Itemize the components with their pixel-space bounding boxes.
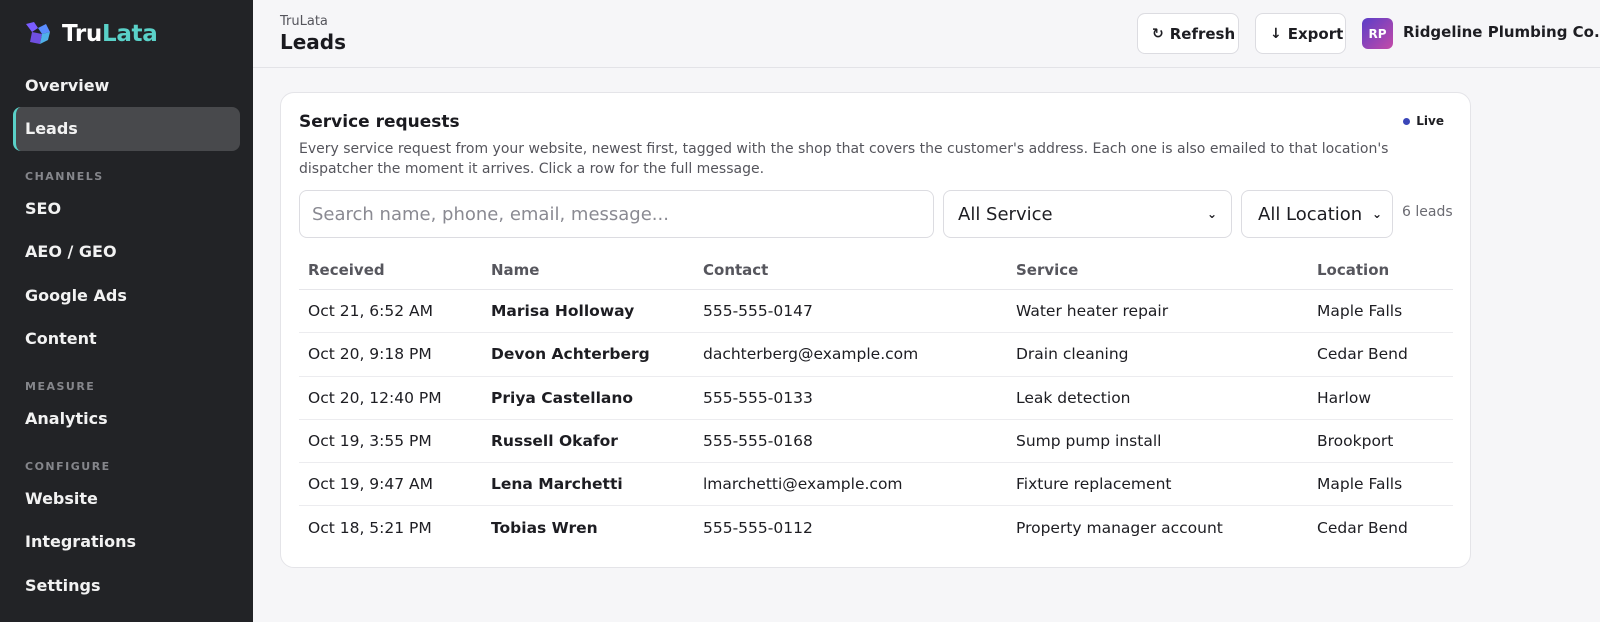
column-header-contact[interactable]: Contact: [694, 261, 1007, 279]
column-header-name[interactable]: Name: [482, 261, 694, 279]
service-requests-card: Service requests Live Every service requ…: [280, 92, 1471, 568]
nav-section-configure: CONFIGURE: [25, 460, 111, 473]
brand[interactable]: TruLata: [24, 20, 158, 48]
cell-service: Sump pump install: [1016, 432, 1162, 451]
service-filter-value: All Service: [958, 203, 1053, 225]
cell-name: Marisa Holloway: [491, 302, 635, 321]
table-row[interactable]: Oct 19, 3:55 PM Russell Okafor 555-555-0…: [299, 420, 1453, 464]
brand-name: TruLata: [62, 21, 158, 47]
cell-location: Brookport: [1317, 432, 1394, 451]
cell-contact: 555-555-0112: [703, 519, 813, 538]
cell-name: Priya Castellano: [491, 388, 634, 407]
page-title: Leads: [280, 30, 347, 54]
download-arrow-icon: ↓: [1270, 25, 1282, 42]
card-title: Service requests: [299, 112, 460, 132]
cell-received: Oct 20, 12:40 PM: [308, 388, 442, 407]
cell-location: Maple Falls: [1317, 475, 1403, 494]
sidebar: TruLata Overview Leads CHANNELS SEO AEO …: [0, 0, 253, 622]
page-header: TruLata Leads ↻ Refresh ↓ Export RP Ridg…: [253, 0, 1600, 68]
leads-table: Received Name Contact Service Location O…: [299, 251, 1453, 550]
table-row[interactable]: Oct 18, 5:21 PM Tobias Wren 555-555-0112…: [299, 506, 1453, 549]
sidebar-item-integrations[interactable]: Integrations: [25, 532, 136, 552]
cell-contact: 555-555-0168: [703, 432, 813, 451]
table-row[interactable]: Oct 21, 6:52 AM Marisa Holloway 555-555-…: [299, 290, 1453, 334]
column-header-service[interactable]: Service: [1007, 261, 1308, 279]
search-input[interactable]: [299, 190, 934, 238]
column-header-location[interactable]: Location: [1308, 261, 1453, 279]
sidebar-item-seo[interactable]: SEO: [25, 199, 61, 219]
export-button-label: Export: [1287, 24, 1344, 43]
table-row[interactable]: Oct 20, 9:18 PM Devon Achterberg dachter…: [299, 333, 1453, 377]
cell-location: Harlow: [1317, 388, 1371, 407]
cell-contact: 555-555-0147: [703, 302, 813, 321]
refresh-button[interactable]: ↻ Refresh: [1137, 13, 1239, 54]
cell-service: Leak detection: [1016, 388, 1131, 407]
sidebar-item-content[interactable]: Content: [25, 329, 97, 349]
card-description: Every service request from your website,…: [299, 141, 1389, 177]
refresh-icon: ↻: [1152, 25, 1164, 42]
table-row[interactable]: Oct 20, 12:40 PM Priya Castellano 555-55…: [299, 377, 1453, 420]
cell-contact: lmarchetti@example.com: [703, 475, 903, 494]
sidebar-item-overview[interactable]: Overview: [25, 76, 109, 96]
sidebar-item-aeo-geo[interactable]: AEO / GEO: [25, 242, 117, 262]
live-dot-icon: [1403, 117, 1411, 125]
cell-service: Property manager account: [1016, 519, 1223, 538]
breadcrumb[interactable]: TruLata: [280, 14, 328, 29]
cell-name: Devon Achterberg: [491, 345, 650, 364]
cell-location: Cedar Bend: [1317, 519, 1408, 538]
cell-service: Fixture replacement: [1016, 475, 1172, 494]
cell-received: Oct 21, 6:52 AM: [308, 302, 434, 321]
cell-name: Lena Marchetti: [491, 475, 623, 494]
location-filter-select[interactable]: All Location ⌄: [1241, 190, 1393, 238]
location-filter-value: All Location: [1258, 203, 1363, 225]
cell-received: Oct 18, 5:21 PM: [308, 519, 432, 538]
live-label: Live: [1416, 114, 1444, 128]
cell-received: Oct 19, 9:47 AM: [308, 475, 434, 494]
cell-location: Maple Falls: [1317, 302, 1403, 321]
column-header-received[interactable]: Received: [299, 261, 482, 279]
cell-location: Cedar Bend: [1317, 345, 1408, 364]
table-header: Received Name Contact Service Location: [299, 251, 1453, 290]
sidebar-item-analytics[interactable]: Analytics: [25, 409, 108, 429]
sidebar-item-website[interactable]: Website: [25, 489, 98, 509]
nav-section-channels: CHANNELS: [25, 170, 104, 183]
cell-received: Oct 19, 3:55 PM: [308, 432, 432, 451]
export-button[interactable]: ↓ Export: [1255, 13, 1346, 54]
chevron-down-icon: ⌄: [1371, 207, 1382, 221]
cell-service: Drain cleaning: [1016, 345, 1129, 364]
sidebar-item-google-ads[interactable]: Google Ads: [25, 286, 127, 306]
service-filter-select[interactable]: All Service ⌄: [943, 190, 1232, 238]
sidebar-item-settings[interactable]: Settings: [25, 576, 101, 596]
refresh-button-label: Refresh: [1169, 24, 1236, 43]
table-row[interactable]: Oct 19, 9:47 AM Lena Marchetti lmarchett…: [299, 463, 1453, 507]
account-name[interactable]: Ridgeline Plumbing Co.: [1403, 23, 1600, 41]
cell-name: Tobias Wren: [491, 519, 598, 538]
live-status-badge: Live: [1403, 114, 1444, 128]
sidebar-item-leads[interactable]: Leads: [13, 107, 240, 151]
cell-service: Water heater repair: [1016, 302, 1169, 321]
cell-name: Russell Okafor: [491, 432, 618, 451]
cell-contact: 555-555-0133: [703, 388, 813, 407]
cell-contact: dachterberg@example.com: [703, 345, 919, 364]
nav-section-measure: MEASURE: [25, 380, 96, 393]
lead-count: 6 leads: [1402, 204, 1453, 220]
trulata-logo-icon: [26, 22, 50, 44]
cell-received: Oct 20, 9:18 PM: [308, 345, 432, 364]
chevron-down-icon: ⌄: [1206, 207, 1217, 221]
account-avatar[interactable]: RP: [1362, 18, 1393, 49]
